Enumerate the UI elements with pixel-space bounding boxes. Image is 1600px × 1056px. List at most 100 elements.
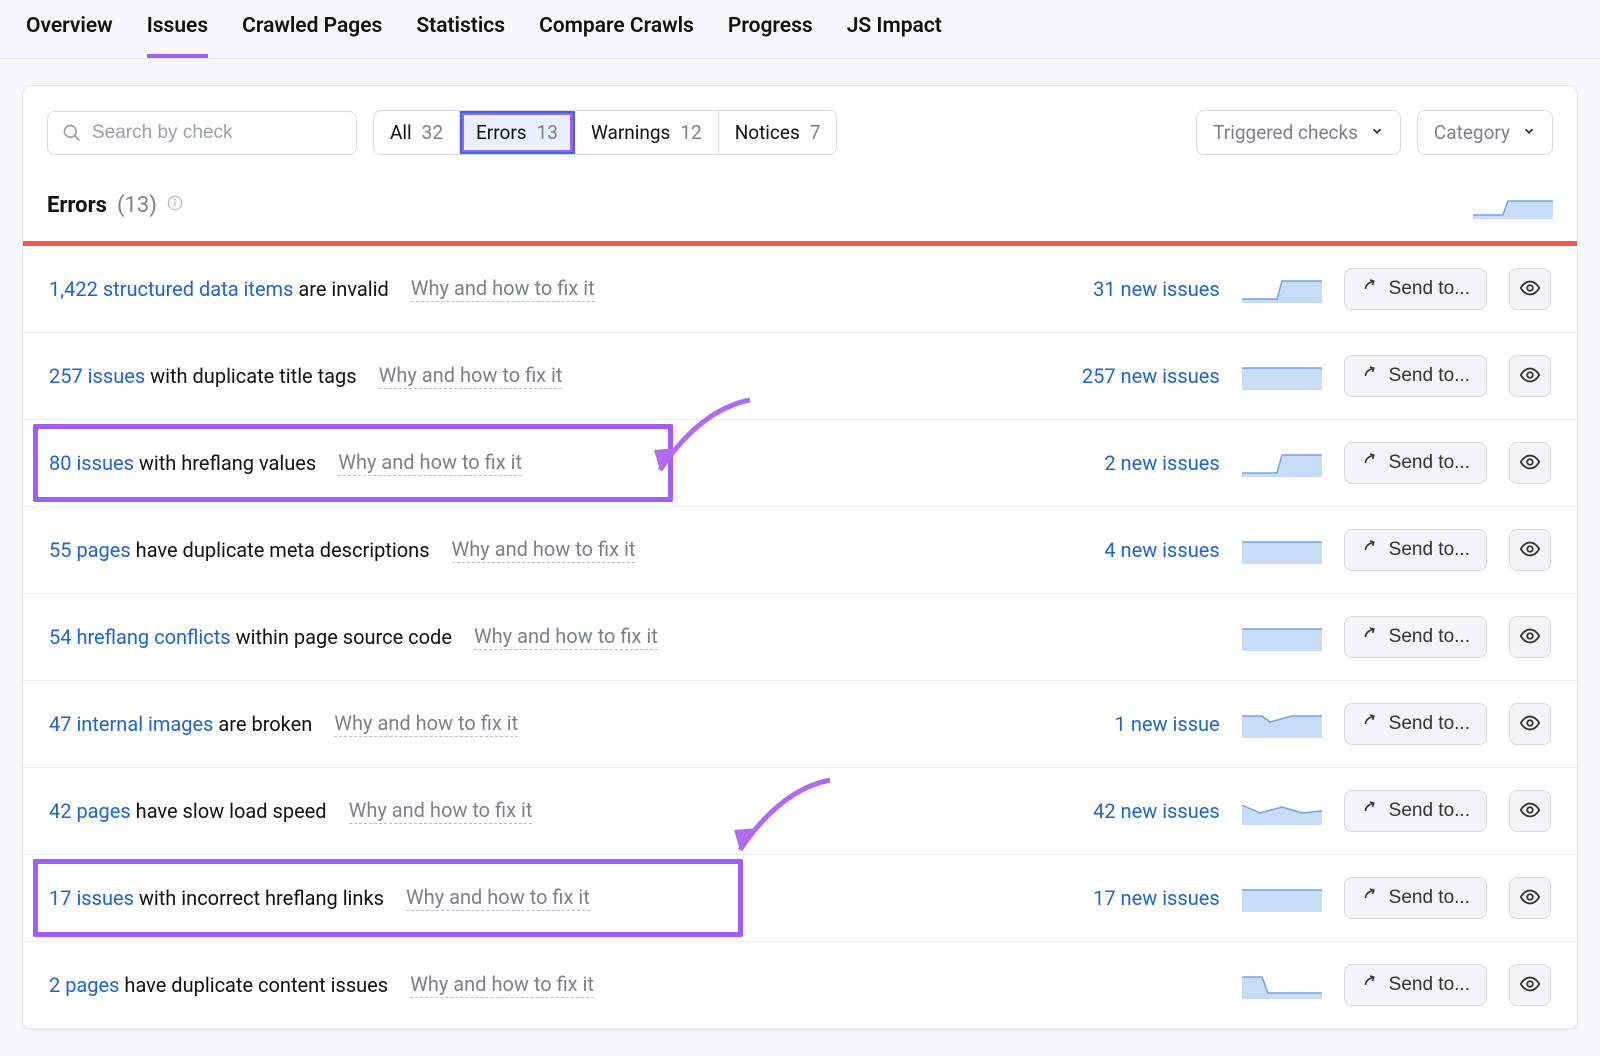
new-issues-link[interactable]: 31 new issues (1050, 277, 1220, 301)
why-and-how-link[interactable]: Why and how to fix it (349, 798, 533, 824)
segment-notices[interactable]: Notices 7 (719, 111, 837, 154)
why-and-how-link[interactable]: Why and how to fix it (411, 276, 595, 302)
why-and-how-link[interactable]: Why and how to fix it (410, 972, 594, 998)
new-issues-link[interactable]: 4 new issues (1050, 538, 1220, 562)
info-icon[interactable] (167, 195, 183, 216)
issue-text: with hreflang values (134, 451, 316, 475)
sparkline (1242, 449, 1322, 477)
segment-warnings[interactable]: Warnings 12 (575, 111, 719, 154)
issue-count-link[interactable]: 1,422 structured data items (49, 277, 293, 301)
issue-description: 2 pages have duplicate content issues (49, 973, 388, 997)
issue-description: 257 issues with duplicate title tags (49, 364, 357, 388)
view-button[interactable] (1509, 790, 1551, 832)
sparkline (1242, 623, 1322, 651)
why-and-how-link[interactable]: Why and how to fix it (338, 450, 522, 476)
why-and-how-link[interactable]: Why and how to fix it (379, 363, 563, 389)
search-input[interactable] (92, 122, 342, 144)
send-icon (1361, 451, 1379, 475)
eye-icon (1519, 799, 1541, 824)
sparkline (1242, 971, 1322, 999)
issue-count-link[interactable]: 47 internal images (49, 712, 213, 736)
filter-bar: All 32 Errors 13 Warnings 12 Notices 7 T… (23, 86, 1577, 171)
view-button[interactable] (1509, 529, 1551, 571)
view-button[interactable] (1509, 268, 1551, 310)
issue-row: 42 pages have slow load speedWhy and how… (23, 768, 1577, 855)
eye-icon (1519, 973, 1541, 998)
tab-issues[interactable]: Issues (147, 14, 208, 58)
tab-crawled-pages[interactable]: Crawled Pages (242, 14, 382, 58)
triggered-checks-label: Triggered checks (1213, 121, 1358, 144)
send-to-button[interactable]: Send to... (1344, 964, 1487, 1006)
view-button[interactable] (1509, 964, 1551, 1006)
send-icon (1361, 625, 1379, 649)
send-label: Send to... (1389, 800, 1470, 822)
send-to-button[interactable]: Send to... (1344, 877, 1487, 919)
send-to-button[interactable]: Send to... (1344, 442, 1487, 484)
send-to-button[interactable]: Send to... (1344, 703, 1487, 745)
view-button[interactable] (1509, 355, 1551, 397)
issue-count-link[interactable]: 17 issues (49, 886, 134, 910)
category-dropdown[interactable]: Category (1417, 110, 1553, 155)
view-button[interactable] (1509, 616, 1551, 658)
issue-rows: 1,422 structured data items are invalid W… (23, 246, 1577, 1029)
issue-row: 55 pages have duplicate meta description… (23, 507, 1577, 594)
tab-statistics[interactable]: Statistics (416, 14, 505, 58)
why-and-how-link[interactable]: Why and how to fix it (406, 885, 590, 911)
segment-all[interactable]: All 32 (374, 111, 460, 154)
tab-overview[interactable]: Overview (26, 14, 113, 58)
sparkline (1242, 362, 1322, 390)
new-issues-link[interactable]: 17 new issues (1050, 886, 1220, 910)
segment-all-count: 32 (422, 121, 443, 144)
send-label: Send to... (1389, 974, 1470, 996)
issue-text: within page source code (231, 625, 452, 649)
eye-icon (1519, 451, 1541, 476)
triggered-checks-dropdown[interactable]: Triggered checks (1196, 110, 1401, 155)
issue-description: 47 internal images are broken (49, 712, 312, 736)
new-issues-link[interactable]: 2 new issues (1050, 451, 1220, 475)
send-to-button[interactable]: Send to... (1344, 268, 1487, 310)
issue-text: are invalid (293, 277, 388, 301)
segment-warnings-count: 12 (680, 121, 701, 144)
tab-progress[interactable]: Progress (728, 14, 813, 58)
send-to-button[interactable]: Send to... (1344, 355, 1487, 397)
chevron-down-icon (1370, 124, 1384, 142)
view-button[interactable] (1509, 877, 1551, 919)
view-button[interactable] (1509, 703, 1551, 745)
send-to-button[interactable]: Send to... (1344, 529, 1487, 571)
segment-errors[interactable]: Errors 13 (460, 111, 575, 154)
why-and-how-link[interactable]: Why and how to fix it (474, 624, 658, 650)
new-issues-link[interactable]: 257 new issues (1050, 364, 1220, 388)
issues-panel: All 32 Errors 13 Warnings 12 Notices 7 T… (22, 85, 1578, 1030)
sparkline (1242, 797, 1322, 825)
new-issues-link[interactable]: 1 new issue (1050, 712, 1220, 736)
send-label: Send to... (1389, 626, 1470, 648)
send-icon (1361, 973, 1379, 997)
main-tabbar: Overview Issues Crawled Pages Statistics… (0, 0, 1600, 59)
issue-count-link[interactable]: 42 pages (49, 799, 131, 823)
errors-count: (13) (117, 193, 157, 218)
issue-count-link[interactable]: 80 issues (49, 451, 134, 475)
issue-count-link[interactable]: 257 issues (49, 364, 145, 388)
issue-count-link[interactable]: 2 pages (49, 973, 119, 997)
tab-compare-crawls[interactable]: Compare Crawls (539, 14, 694, 58)
why-and-how-link[interactable]: Why and how to fix it (452, 537, 636, 563)
send-to-button[interactable]: Send to... (1344, 790, 1487, 832)
issue-description: 1,422 structured data items are invalid (49, 277, 389, 301)
send-label: Send to... (1389, 278, 1470, 300)
issue-text: are broken (213, 712, 312, 736)
send-to-button[interactable]: Send to... (1344, 616, 1487, 658)
issue-text: with incorrect hreflang links (134, 886, 384, 910)
issue-row: 257 issues with duplicate title tags Why … (23, 333, 1577, 420)
sparkline (1242, 536, 1322, 564)
issue-count-link[interactable]: 54 hreflang conflicts (49, 625, 231, 649)
errors-section-header: Errors (13) (23, 171, 1577, 241)
view-button[interactable] (1509, 442, 1551, 484)
issue-count-link[interactable]: 55 pages (49, 538, 131, 562)
send-label: Send to... (1389, 713, 1470, 735)
why-and-how-link[interactable]: Why and how to fix it (334, 711, 518, 737)
search-input-wrap[interactable] (47, 111, 357, 155)
issue-description: 17 issues with incorrect hreflang links (49, 886, 384, 910)
new-issues-link[interactable]: 42 new issues (1050, 799, 1220, 823)
tab-js-impact[interactable]: JS Impact (847, 14, 942, 58)
eye-icon (1519, 538, 1541, 563)
